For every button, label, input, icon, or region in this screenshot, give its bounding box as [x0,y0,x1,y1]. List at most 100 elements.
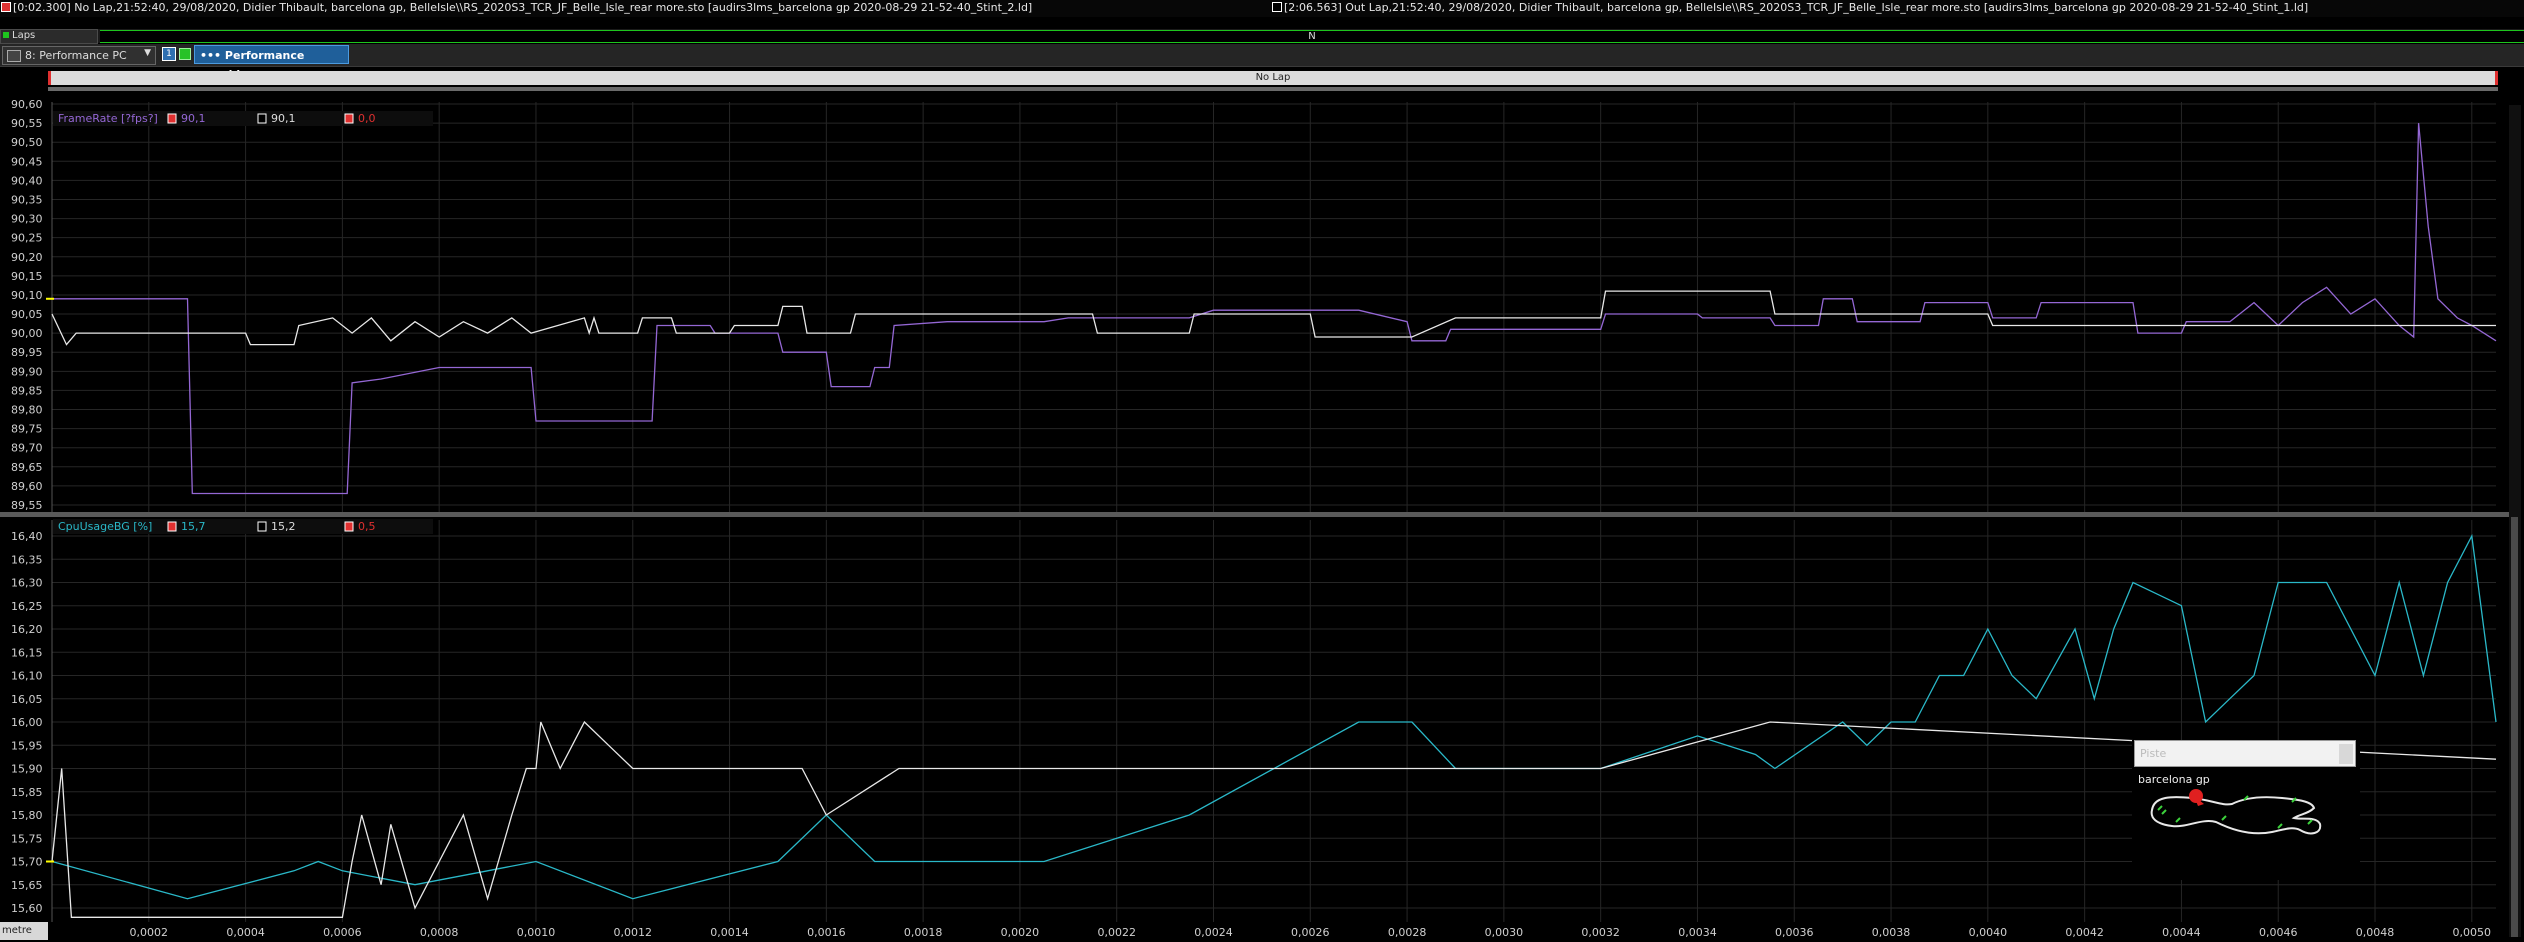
x-tick-label: 0,0028 [1388,926,1427,939]
x-tick-label: 0,0034 [1678,926,1717,939]
y-tick-label: 90,15 [11,270,43,283]
piste-input[interactable]: Piste [2134,740,2356,767]
x-tick-label: 0,0048 [2356,926,2395,939]
y-tick-label: 89,90 [11,365,43,378]
delta-icon [344,113,354,124]
y-tick-label: 15,60 [11,902,43,915]
y-tick-label: 90,10 [11,289,43,302]
track-map-icon [2150,789,2322,835]
laps-tab[interactable]: Laps [0,29,98,44]
track-outline [2150,796,2322,835]
x-tick-label: 0,0050 [2453,926,2492,939]
x-tick-label: 0,0030 [1485,926,1524,939]
lap-header-bar[interactable]: No Lap [48,71,2498,85]
series-line-1-0 [51,533,2497,900]
y-tick-label: 89,70 [11,442,43,455]
workbook-icon [7,50,21,62]
piste-scroll-button[interactable] [2339,744,2353,764]
y-tick-label: 15,85 [11,786,43,799]
chart-panel-1[interactable]: 16,40 16,35 16,30 16,25 16,20 16,15 16,10 16,05… [11,519,2497,922]
y-tick-label: 16,15 [11,646,43,659]
y-tick-label: 15,65 [11,879,43,892]
x-tick-label: 0,0014 [710,926,749,939]
vertical-scrollbar[interactable] [2509,105,2521,937]
y-tick-label: 89,55 [11,499,43,512]
x-tick-label: 0,0024 [1194,926,1233,939]
y-tick-label: 16,20 [11,623,43,636]
y-tick-label: 90,55 [11,117,43,130]
y-tick-label: 16,00 [11,716,43,729]
laps-green-icon [3,32,9,38]
y-tick-label: 90,20 [11,251,43,264]
y-tick-label: 90,45 [11,155,43,168]
x-tick-label: 0,0016 [807,926,846,939]
y-tick-label: 90,30 [11,213,43,226]
y-tick-label: 89,75 [11,423,43,436]
lap-icon [257,113,267,124]
y-tick-label: 15,75 [11,832,43,845]
x-tick-label: 0,0032 [1581,926,1620,939]
y-tick-label: 90,25 [11,232,43,245]
lap-icon [257,521,267,532]
series-line-1-1 [51,720,2497,918]
chevron-down-icon: ▼ [144,48,151,58]
x-tick-label: 0,0040 [1969,926,2008,939]
laps-tab-label: Laps [12,30,36,41]
workbook-dropdown[interactable]: 8: Performance PC ▼ [2,46,156,65]
laps-range-label: N [1308,31,1316,42]
x-tick-label: 0,0038 [1872,926,1911,939]
lap-title-left: [0:02.300] No Lap,21:52:40, 29/08/2020, … [1,1,1032,14]
window-title-bar: [0:02.300] No Lap,21:52:40, 29/08/2020, … [0,0,2524,17]
lap-header-divider [48,87,2498,91]
lap-red-icon [1,2,11,12]
delta-icon [344,521,354,532]
y-tick-label: 16,30 [11,577,43,590]
chart-title: CpuUsageBG [%] [58,520,152,533]
lap-title-right: [2:06.563] Out Lap,21:52:40, 29/08/2020,… [1272,1,2308,14]
lap-icon [167,521,177,532]
y-tick-label: 89,85 [11,384,43,397]
track-minimap[interactable]: Piste barcelona gp [2132,740,2360,880]
legend-lap2-value: 90,1 [271,112,296,125]
y-tick-label: 90,05 [11,308,43,321]
y-tick-label: 16,10 [11,670,43,683]
series-line-0-0 [52,123,2497,495]
y-tick-label: 89,95 [11,346,43,359]
x-tick-label: 0,0042 [2065,926,2104,939]
workbook-dropdown-value: 8: Performance PC [25,49,127,62]
x-tick-label: 0,0020 [1001,926,1040,939]
x-tick-label: 0,0022 [1097,926,1136,939]
x-tick-label: 0,0010 [517,926,556,939]
scrollbar-thumb[interactable] [2511,517,2518,937]
lap-white-icon [1272,2,1282,12]
piste-input-placeholder: Piste [2140,747,2167,760]
x-tick-label: 0,0012 [614,926,653,939]
x-axis-units-label: metre [0,922,48,940]
y-tick-label: 16,05 [11,693,43,706]
x-tick-label: 0,0018 [904,926,943,939]
tab-performance-graphique[interactable]: ••• Performance graphique [194,45,349,81]
panel-divider[interactable] [0,512,2509,517]
y-tick-label: 15,90 [11,763,43,776]
worksheet-number-button[interactable]: 1 [162,47,176,61]
lap-icon [167,113,177,124]
x-tick-label: 0,0004 [226,926,265,939]
dots-icon: ••• [200,49,225,62]
y-tick-label: 89,80 [11,404,43,417]
green-status-button[interactable] [179,48,191,60]
chart-panel-0[interactable]: 90,60 90,55 90,50 90,45 90,40 90,35 90,30 90,25… [11,98,2497,512]
x-tick-label: 0,0026 [1291,926,1330,939]
y-tick-label: 89,65 [11,461,43,474]
x-tick-label: 0,0008 [420,926,459,939]
y-tick-label: 90,35 [11,193,43,206]
x-tick-label: 0,0002 [130,926,169,939]
toolbar: 8: Performance PC ▼ 1 ••• Performance gr… [0,44,2524,81]
chart-legend-0: FrameRate [?fps?] 90,1 90,1 0,0 [53,111,433,126]
chart-legend-1: CpuUsageBG [%] 15,7 15,2 0,5 [53,519,433,534]
y-tick-label: 90,50 [11,136,43,149]
legend-lap2-value: 15,2 [271,520,296,533]
laps-range-bar[interactable]: N [100,30,2524,43]
legend-lap1-value: 90,1 [181,112,206,125]
lap-header-label: No Lap [1255,72,1291,83]
legend-delta-value: 0,5 [358,520,376,533]
